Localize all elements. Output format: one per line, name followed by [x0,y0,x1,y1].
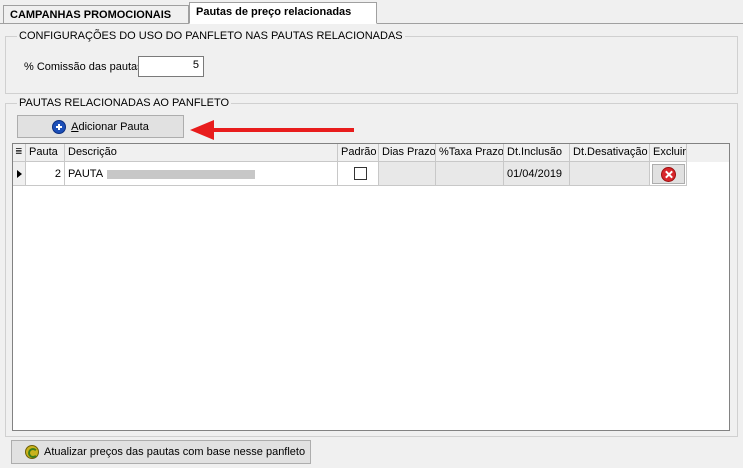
add-pauta-label: Adicionar Pauta [71,120,149,133]
cell-padrao[interactable] [338,162,379,186]
update-prices-button[interactable]: Atualizar preços das pautas com base nes… [11,440,311,464]
pautas-grid: ≣ Pauta Descrição Padrão Dias Prazo %Tax… [12,143,730,431]
add-pauta-button[interactable]: Adicionar Pauta [17,115,184,138]
cell-pauta[interactable]: 2 [26,162,65,186]
col-dt-desativacao[interactable]: Dt.Desativação [570,144,650,162]
refresh-icon [25,445,39,459]
plus-circle-icon [52,119,67,134]
grid-header: ≣ Pauta Descrição Padrão Dias Prazo %Tax… [13,144,729,162]
row-selector[interactable] [13,162,26,186]
col-taxa-prazo[interactable]: %Taxa Prazo [436,144,504,162]
comissao-input[interactable]: 5 [138,56,204,77]
current-row-marker-icon [17,170,22,178]
comissao-label: % Comissão das pautas [24,61,143,73]
delete-row-button[interactable] [652,164,685,184]
col-dt-inclusao[interactable]: Dt.Inclusão [504,144,570,162]
cell-excluir [650,162,687,186]
table-row[interactable]: 2 PAUTA 01/04/2019 [13,162,729,186]
config-group-title: CONFIGURAÇÕES DO USO DO PANFLETO NAS PAU… [17,30,405,42]
cell-dt-inclusao[interactable]: 01/04/2019 [504,162,570,186]
tab-campanhas-promocionais[interactable]: CAMPANHAS PROMOCIONAIS [3,5,189,23]
tab-pautas-de-preco[interactable]: Pautas de preço relacionadas [189,2,377,24]
col-padrao[interactable]: Padrão [338,144,379,162]
annotation-arrow [190,120,354,140]
row-selector-header: ≣ [13,144,26,162]
pautas-group-title: PAUTAS RELACIONADAS AO PANFLETO [17,97,232,109]
cell-taxa-prazo[interactable] [436,162,504,186]
redacted-text [107,169,256,179]
col-excluir[interactable]: Excluir [650,144,687,162]
cell-dias-prazo[interactable] [379,162,436,186]
col-pauta[interactable]: Pauta [26,144,65,162]
update-prices-label: Atualizar preços das pautas com base nes… [44,446,306,458]
cell-descricao[interactable]: PAUTA [65,162,338,186]
col-dias-prazo[interactable]: Dias Prazo [379,144,436,162]
padrao-checkbox[interactable] [354,167,367,180]
cell-dt-desativacao[interactable] [570,162,650,186]
delete-icon [661,166,676,182]
col-descricao[interactable]: Descrição [65,144,338,162]
tab-bar: CAMPANHAS PROMOCIONAIS Pautas de preço r… [0,0,743,24]
